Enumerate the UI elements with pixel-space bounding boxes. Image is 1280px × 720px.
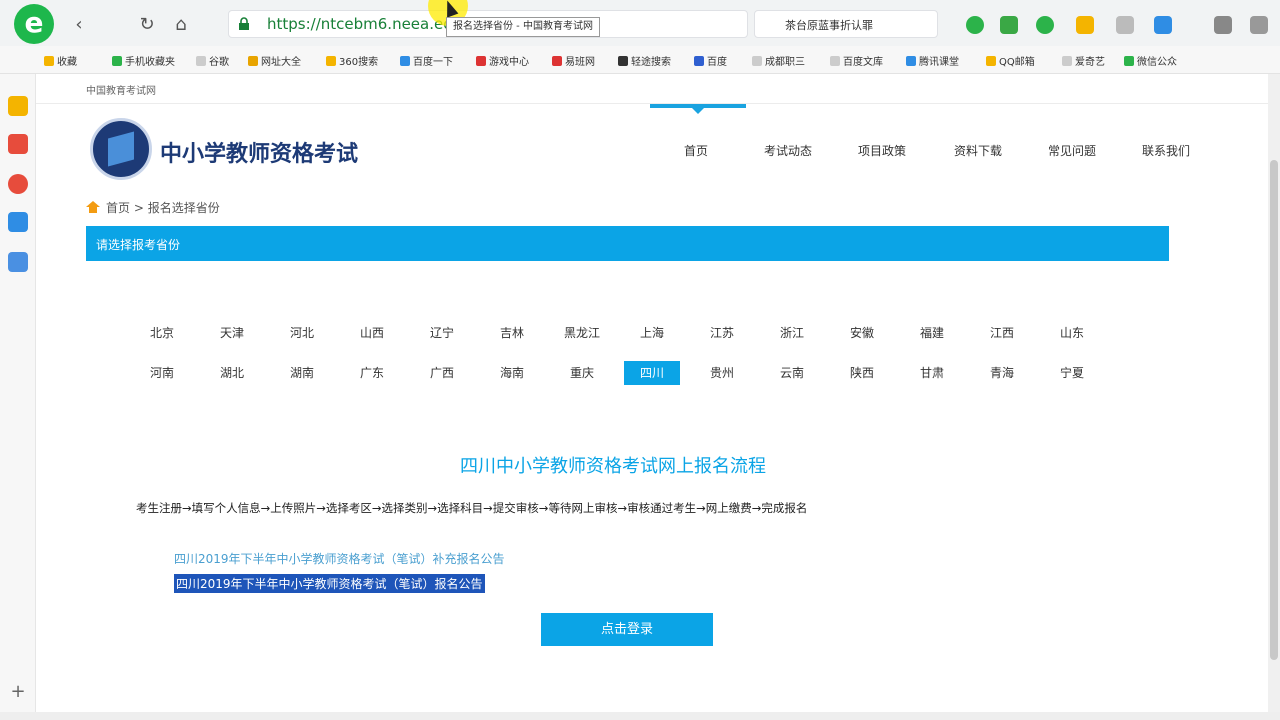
extension-icon[interactable] <box>966 16 984 34</box>
flow-title: 四川中小学教师资格考试网上报名流程 <box>460 456 766 477</box>
search-input[interactable]: 茶台原蓝事折认罪 <box>754 10 938 38</box>
province-qinghai[interactable]: 青海 <box>974 361 1030 385</box>
province-hebei[interactable]: 河北 <box>274 321 330 345</box>
bookmark-item[interactable]: 易班网 <box>552 53 595 68</box>
nav-contact[interactable]: 联系我们 <box>1142 142 1190 159</box>
bookmark-item[interactable]: 爱奇艺 <box>1062 53 1105 68</box>
lock-icon <box>239 17 249 30</box>
breadcrumb-sep: > <box>133 201 144 215</box>
province-hainan[interactable]: 海南 <box>484 361 540 385</box>
scissors-icon[interactable] <box>1000 16 1018 34</box>
bookmark-item[interactable]: 收藏 <box>44 53 77 68</box>
bookmarks-bar: 收藏 手机收藏夹 谷歌 网址大全 360搜索 百度一下 游戏中心 易班网 轻途搜… <box>0 46 1280 74</box>
bookmark-item[interactable]: 网址大全 <box>248 53 301 68</box>
bookmark-item[interactable]: 百度一下 <box>400 53 453 68</box>
province-heilongjiang[interactable]: 黑龙江 <box>554 321 610 345</box>
top-site-link[interactable]: 中国教育考试网 <box>86 82 156 97</box>
bookmark-item[interactable]: 成都职三 <box>752 53 805 68</box>
browser-toolbar: e ‹ ↻ ⌂ https://ntcebm6.neea.edu. 报名选择省份… <box>0 0 1280 46</box>
nav-home[interactable]: 首页 <box>684 142 708 159</box>
sidebar: + <box>0 74 36 720</box>
shield-icon[interactable] <box>1076 16 1094 34</box>
breadcrumb: 首页 > 报名选择省份 <box>86 199 220 216</box>
site-title: 中小学教师资格考试 <box>160 142 359 167</box>
nav-downloads[interactable]: 资料下载 <box>954 142 1002 159</box>
back-icon[interactable]: ‹ <box>68 14 90 36</box>
download-icon[interactable] <box>1036 16 1054 34</box>
login-button[interactable]: 点击登录 <box>541 613 713 646</box>
breadcrumb-home[interactable]: 首页 <box>106 201 130 215</box>
favorites-icon[interactable] <box>8 96 28 116</box>
mail-icon[interactable] <box>8 212 28 232</box>
province-hubei[interactable]: 湖北 <box>204 361 260 385</box>
bookmark-item[interactable]: 微信公众 <box>1124 53 1177 68</box>
document-icon[interactable] <box>8 252 28 272</box>
bookmark-item[interactable]: 轻途搜索 <box>618 53 671 68</box>
province-tianjin[interactable]: 天津 <box>204 321 260 345</box>
province-sichuan[interactable]: 四川 <box>624 361 680 385</box>
province-jilin[interactable]: 吉林 <box>484 321 540 345</box>
banner-text: 请选择报考省份 <box>96 238 181 252</box>
province-shandong[interactable]: 山东 <box>1044 321 1100 345</box>
flow-steps: 考生注册→填写个人信息→上传照片→选择考区→选择类别→选择科目→提交审核→等待网… <box>136 501 808 515</box>
status-bar <box>0 712 1280 720</box>
browser-logo-icon[interactable]: e <box>14 4 54 44</box>
bookmark-item[interactable]: 百度文库 <box>830 53 883 68</box>
bookmark-item[interactable]: 腾讯课堂 <box>906 53 959 68</box>
province-shaanxi[interactable]: 陕西 <box>834 361 890 385</box>
weibo-icon[interactable] <box>8 174 28 194</box>
province-guangdong[interactable]: 广东 <box>344 361 400 385</box>
province-guizhou[interactable]: 贵州 <box>694 361 750 385</box>
home-nav-icon[interactable]: ⌂ <box>170 14 192 36</box>
nav-policy[interactable]: 项目政策 <box>858 142 906 159</box>
province-jiangxi[interactable]: 江西 <box>974 321 1030 345</box>
province-guangxi[interactable]: 广西 <box>414 361 470 385</box>
more-icon[interactable] <box>1250 16 1268 34</box>
province-fujian[interactable]: 福建 <box>904 321 960 345</box>
bookmark-item[interactable]: 谷歌 <box>196 53 229 68</box>
bookmark-item[interactable]: QQ邮箱 <box>986 53 1035 68</box>
breadcrumb-current: 报名选择省份 <box>147 201 220 215</box>
site-logo-icon[interactable] <box>90 118 152 180</box>
bookmark-item[interactable]: 游戏中心 <box>476 53 529 68</box>
menu-icon[interactable] <box>1116 16 1134 34</box>
notes-icon[interactable] <box>8 134 28 154</box>
section-banner: 请选择报考省份 <box>86 226 1169 261</box>
province-beijing[interactable]: 北京 <box>134 321 190 345</box>
province-hunan[interactable]: 湖南 <box>274 361 330 385</box>
province-liaoning[interactable]: 辽宁 <box>414 321 470 345</box>
undo-icon[interactable] <box>1214 16 1232 34</box>
province-chongqing[interactable]: 重庆 <box>554 361 610 385</box>
province-ningxia[interactable]: 宁夏 <box>1044 361 1100 385</box>
bookmark-item[interactable]: 手机收藏夹 <box>112 53 175 68</box>
province-shanghai[interactable]: 上海 <box>624 321 680 345</box>
province-zhejiang[interactable]: 浙江 <box>764 321 820 345</box>
web-page: 中国教育考试网 中小学教师资格考试 首页 考试动态 项目政策 资料下载 常见问题… <box>36 74 1268 712</box>
scroll-thumb[interactable] <box>1270 160 1278 660</box>
notice-link-supplementary[interactable]: 四川2019年下半年中小学教师资格考试（笔试）补充报名公告 <box>174 550 505 567</box>
province-gansu[interactable]: 甘肃 <box>904 361 960 385</box>
nav-active-indicator <box>650 104 746 114</box>
province-anhui[interactable]: 安徽 <box>834 321 890 345</box>
reload-icon[interactable]: ↻ <box>136 14 158 36</box>
scrollbar[interactable] <box>1268 74 1280 720</box>
province-henan[interactable]: 河南 <box>134 361 190 385</box>
province-shanxi[interactable]: 山西 <box>344 321 400 345</box>
province-yunnan[interactable]: 云南 <box>764 361 820 385</box>
notice-link-registration[interactable]: 四川2019年下半年中小学教师资格考试（笔试）报名公告 <box>174 574 485 593</box>
bookmark-item[interactable]: 百度 <box>694 53 727 68</box>
apps-grid-icon[interactable] <box>1154 16 1172 34</box>
add-icon[interactable]: + <box>8 682 28 702</box>
home-icon <box>86 201 100 213</box>
province-jiangsu[interactable]: 江苏 <box>694 321 750 345</box>
nav-exam-news[interactable]: 考试动态 <box>764 142 812 159</box>
nav-faq[interactable]: 常见问题 <box>1048 142 1096 159</box>
search-text: 茶台原蓝事折认罪 <box>785 19 873 32</box>
tab-tooltip: 报名选择省份 - 中国教育考试网 <box>446 17 600 37</box>
top-strip: 中国教育考试网 <box>36 74 1268 104</box>
bookmark-item[interactable]: 360搜索 <box>326 53 378 68</box>
